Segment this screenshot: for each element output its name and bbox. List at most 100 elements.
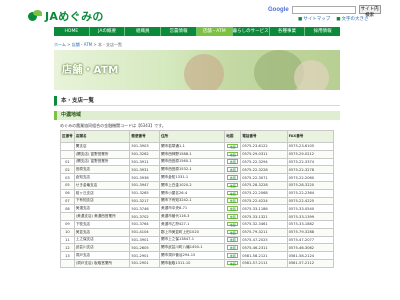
cell-map: 地図 bbox=[224, 165, 242, 175]
map-button[interactable]: 地図 bbox=[227, 245, 239, 250]
cell-map: 地図 bbox=[224, 173, 242, 182]
cell-tel: 0575-22-3071 bbox=[240, 173, 288, 182]
cell-zip: 501-2901 bbox=[129, 258, 161, 268]
table-row: (美濃支店) 美濃西営業所 501-3702 美濃市曽代116-3 地図 0575-33… bbox=[60, 212, 335, 221]
cell-fax: 0575-33-1882 bbox=[286, 219, 335, 229]
map-button[interactable]: 地図 bbox=[227, 143, 239, 149]
ja-logo-icon bbox=[28, 10, 42, 22]
cell-number: 11 bbox=[60, 235, 75, 245]
branch-table: 区番号 店舗名 郵便番号 住所 地図 電話番号 FAX番号 関支店 501-390… bbox=[60, 130, 335, 268]
cell-branch-name: (美濃支店) 美濃西営業所 bbox=[73, 212, 131, 221]
cell-branch-name: 関支店 bbox=[73, 142, 131, 151]
search-input[interactable] bbox=[291, 5, 356, 14]
cell-branch-name: せき金竜支店 bbox=[73, 180, 131, 190]
cell-tel: 0581-58-2121 bbox=[240, 251, 288, 260]
font-size-link[interactable]: ■文字の大きさ bbox=[336, 16, 368, 22]
col-header-number: 区番号 bbox=[60, 130, 75, 143]
cell-address: 関市上白金1020-2 bbox=[159, 180, 226, 190]
map-button[interactable]: 地図 bbox=[227, 229, 239, 234]
cell-fax: 0575-22-2364 bbox=[286, 188, 335, 198]
nav-item-farming[interactable]: 営農情報 bbox=[161, 27, 197, 36]
cell-address: 関市倉知1331-1 bbox=[159, 173, 226, 182]
table-row: (関支店) 富野営業所 501-3262 関市西神野1588-1 地図 0575-29-… bbox=[60, 149, 335, 159]
map-button[interactable]: 地図 bbox=[227, 198, 239, 203]
map-button[interactable]: 地図 bbox=[227, 190, 239, 195]
nav-item-branches[interactable]: 店舗・ATM bbox=[196, 27, 233, 36]
cell-address: 関市上之保13847-1 bbox=[159, 235, 226, 245]
cell-fax: 0575-28-3220 bbox=[286, 180, 335, 190]
table-row: 03 倉知支店 501-3936 関市倉知1331-1 地図 0575-22-3071 05… bbox=[60, 173, 335, 182]
sitemap-link-label: サイトマップ bbox=[303, 17, 331, 22]
region-heading: 中濃地域 bbox=[54, 111, 340, 120]
nav-item-about[interactable]: JAの概要 bbox=[90, 27, 126, 36]
map-button[interactable]: 地図 bbox=[227, 260, 239, 266]
utility-links: ■サイトマップ ■文字の大きさ bbox=[298, 16, 369, 22]
cell-branch-name: (洞戸支店) 板取営業所 bbox=[73, 258, 131, 268]
cell-fax: 0575-22-2060 bbox=[286, 173, 335, 182]
map-button[interactable]: 地図 bbox=[227, 175, 239, 180]
map-button[interactable]: 地図 bbox=[227, 206, 239, 211]
cell-map: 地図 bbox=[224, 142, 242, 151]
section-title: 本・支店一覧 bbox=[54, 96, 340, 106]
breadcrumb-parent[interactable]: 店舗・ATM bbox=[72, 42, 92, 47]
cell-number bbox=[60, 258, 75, 268]
cell-address: 関市若草通1-1 bbox=[159, 142, 226, 151]
cell-branch-name: 洞戸支店 bbox=[73, 251, 131, 260]
nav-item-home[interactable]: HOME bbox=[54, 27, 90, 36]
cell-zip: 501-3702 bbox=[129, 212, 161, 221]
banner-photo-shape bbox=[184, 54, 224, 90]
page-banner: 店舗・ATM bbox=[54, 50, 340, 90]
cell-tel: 0581-57-2111 bbox=[240, 258, 288, 268]
cell-tel: 0575-33-1321 bbox=[240, 212, 288, 221]
cell-zip: 501-2901 bbox=[129, 251, 161, 260]
map-button[interactable]: 地図 bbox=[227, 237, 239, 242]
cell-fax: 0581-58-2124 bbox=[286, 251, 335, 260]
map-button[interactable]: 地図 bbox=[227, 167, 239, 172]
cell-tel: 0575-79-3211 bbox=[240, 227, 288, 237]
cell-address: 関市西神野1588-1 bbox=[159, 149, 226, 159]
col-header-name: 店舗名 bbox=[73, 130, 131, 143]
breadcrumb-home[interactable]: ホーム bbox=[54, 42, 66, 47]
cell-map: 地図 bbox=[224, 243, 242, 253]
table-row: 06 桜ヶ丘支店 501-3265 関市小屋名26-4 地図 0575-22-2068 05… bbox=[60, 188, 335, 198]
breadcrumb-current: 本・支店一覧 bbox=[98, 42, 123, 47]
map-button[interactable]: 地図 bbox=[227, 214, 239, 219]
cell-tel: 0575-47-2025 bbox=[240, 235, 288, 245]
cell-number: 13 bbox=[60, 251, 75, 260]
cell-map: 地図 bbox=[224, 196, 242, 206]
map-button[interactable]: 地図 bbox=[227, 221, 239, 227]
bullet-icon: ■ bbox=[298, 17, 303, 22]
cell-map: 地図 bbox=[224, 212, 242, 221]
cell-address: 美濃市中央8-71 bbox=[159, 204, 226, 214]
nav-item-recruit[interactable]: 採用情報 bbox=[305, 27, 340, 36]
nav-item-life-services[interactable]: 暮らしのサービス bbox=[233, 27, 270, 36]
cell-tel: 0575-33-1186 bbox=[240, 204, 288, 214]
site-search-button[interactable]: サイト内検索 bbox=[358, 5, 381, 18]
map-button[interactable]: 地図 bbox=[227, 159, 239, 164]
col-header-address: 住所 bbox=[159, 130, 226, 143]
cell-zip: 501-3262 bbox=[129, 149, 161, 159]
breadcrumb: ホーム > 店舗・ATM > 本・支店一覧 bbox=[54, 42, 122, 48]
cell-branch-name: 武芸川支店 bbox=[73, 243, 131, 253]
map-button[interactable]: 地図 bbox=[227, 253, 239, 258]
nav-item-business[interactable]: 各種事業 bbox=[270, 27, 306, 36]
map-button[interactable]: 地図 bbox=[227, 151, 239, 156]
map-button[interactable]: 地図 bbox=[227, 182, 239, 188]
table-row: 05 せき金竜支店 501-3947 関市上白金1020-2 地図 0575-28-322… bbox=[60, 180, 335, 190]
nav-item-members[interactable]: 組織員 bbox=[125, 27, 162, 36]
cell-address: 郡上市美並町上田1020 bbox=[159, 227, 226, 237]
cell-map: 地図 bbox=[224, 149, 242, 159]
cell-branch-name: 桜ヶ丘支店 bbox=[73, 188, 131, 198]
cell-zip: 501-4104 bbox=[129, 227, 161, 237]
cell-branch-name: 上之保支店 bbox=[73, 235, 131, 245]
cell-tel: 0575-22-4224 bbox=[240, 196, 288, 206]
table-row: 07 下有知支店 501-3217 関市下有知3242-1 地図 0575-22-4224… bbox=[60, 196, 335, 206]
ja-megumino-logo[interactable]: JAめぐみの bbox=[28, 9, 104, 23]
cell-fax: 0575-79-3288 bbox=[286, 227, 335, 237]
google-label: Google bbox=[268, 6, 289, 13]
cell-branch-name: 下牧支店 bbox=[73, 219, 131, 229]
cell-map: 地図 bbox=[224, 235, 242, 245]
sitemap-link[interactable]: ■サイトマップ bbox=[298, 16, 330, 22]
cell-branch-name: 美濃支店 bbox=[73, 204, 131, 214]
cell-number bbox=[60, 212, 75, 221]
